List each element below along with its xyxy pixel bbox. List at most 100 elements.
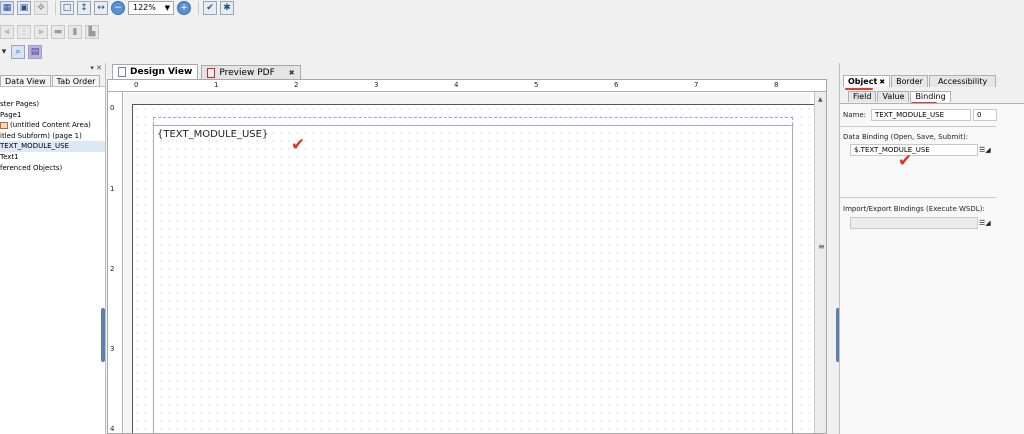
data-binding-field[interactable]: $.TEXT_MODULE_USE	[850, 144, 978, 156]
close-icon[interactable]: ✖	[289, 69, 295, 77]
ruler-label: 5	[534, 81, 539, 89]
close-icon[interactable]: ✖	[879, 78, 885, 86]
form-page[interactable]: {TEXT_MODULE_USE} ✔	[132, 104, 816, 433]
group-icon[interactable]: ▙	[85, 25, 99, 39]
tree-item-label: ster Pages)	[0, 100, 40, 108]
ruler-label: 0	[110, 104, 115, 112]
tree-item-text-module-use[interactable]: TEXT_MODULE_USE	[0, 141, 105, 152]
search-icon[interactable]: ⌕	[11, 45, 25, 59]
ruler-label: 2	[294, 81, 299, 89]
import-export-field[interactable]	[850, 217, 978, 229]
annotation-underline	[845, 88, 873, 90]
data-binding-label: Data Binding (Open, Save, Submit):	[843, 133, 969, 141]
pdf-icon	[207, 67, 216, 78]
tab-label: Object	[848, 77, 878, 86]
zoom-in-icon[interactable]: +	[177, 1, 191, 15]
checkmark-icon: ✔	[291, 135, 306, 155]
document-tabs: Design View Preview PDF ✖	[107, 63, 827, 79]
ruler-label: 4	[454, 81, 459, 89]
tree-item-label: TEXT_MODULE_USE	[0, 142, 70, 151]
tree-item-page1[interactable]: Page1	[0, 110, 105, 121]
tab-object[interactable]: Object ✖	[843, 75, 891, 87]
distribute-v-icon[interactable]: ▮	[68, 25, 82, 39]
align-right-icon[interactable]: ⫸	[34, 25, 48, 39]
fit-width-icon[interactable]: ↔	[94, 1, 108, 15]
align-left-icon[interactable]: ⫷	[0, 25, 14, 39]
binding-panel: Name: TEXT_MODULE_USE 0 Data Binding (Op…	[840, 103, 1024, 434]
toolbar-row-2: ⫷ ⋮ ⫸ ▬ ▮ ▙	[0, 24, 102, 40]
page-icon	[118, 67, 126, 77]
tools-icon[interactable]: ✥	[34, 1, 48, 15]
tree-item-label: Text1	[0, 152, 19, 161]
ruler-label: 7	[694, 81, 699, 89]
object-palette: Object ✖ Border Accessibility Field Value…	[839, 63, 1024, 434]
distribute-h-icon[interactable]: ▬	[51, 25, 65, 39]
tab-field[interactable]: Field	[848, 91, 877, 102]
snap-grid-icon[interactable]: ▣	[17, 1, 31, 15]
ruler-label: 3	[110, 345, 115, 353]
ruler-label: 4	[110, 425, 115, 433]
divider	[840, 126, 996, 127]
check-script-icon[interactable]: ✔	[203, 1, 217, 15]
ruler-label: 1	[214, 81, 219, 89]
binding-menu-icon[interactable]: ☰◢	[979, 146, 991, 154]
name-label: Name:	[843, 111, 867, 119]
subform-boundary	[153, 117, 793, 125]
chevron-up-icon[interactable]: ▲	[818, 96, 823, 103]
close-icon[interactable]: ▾ ✕	[90, 64, 102, 72]
text-field[interactable]: {TEXT_MODULE_USE}	[157, 129, 268, 140]
import-export-label: Import/Export Bindings (Execute WSDL):	[843, 205, 985, 213]
tab-accessibility[interactable]: Accessibility	[928, 75, 997, 87]
toolbar-separator	[198, 1, 199, 15]
page-view-icon[interactable]: □	[60, 1, 74, 15]
tree-item-label: itled Subform) (page 1)	[0, 131, 82, 140]
document-canvas[interactable]: 0 1 2 3 4 5 6 7 8 0 1 2 3 4 {TEXT_MODULE…	[107, 79, 827, 434]
tab-label: Design View	[130, 67, 193, 77]
form-icon[interactable]: ▤	[28, 45, 42, 59]
align-center-icon[interactable]: ⋮	[17, 25, 31, 39]
tab-binding[interactable]: Binding	[910, 91, 951, 102]
zoom-select[interactable]: 122% ▼	[128, 1, 174, 15]
scroll-grip-icon[interactable]: ≡	[818, 242, 825, 251]
ruler-label: 0	[134, 81, 139, 89]
content-area-boundary	[153, 125, 793, 433]
toolbar-row-3: ▾ ⌕ ▤	[0, 44, 45, 60]
tab-label: Preview PDF	[219, 67, 275, 78]
hierarchy-tabs: Data View Tab Order	[0, 75, 101, 86]
ruler-label: 6	[614, 81, 619, 89]
chevron-down-icon: ▼	[164, 4, 170, 12]
ruler-label: 8	[774, 81, 779, 89]
fit-height-icon[interactable]: ↕	[77, 1, 91, 15]
zoom-out-icon[interactable]: −	[111, 1, 125, 15]
tree-item-referenced-objects[interactable]: ferenced Objects)	[0, 163, 105, 174]
zoom-value: 122%	[133, 3, 156, 12]
layout-grid-icon[interactable]: ▦	[0, 1, 14, 15]
hierarchy-tree: ster Pages) Page1 (untitled Content Area…	[0, 87, 105, 173]
tree-item-master-pages[interactable]: ster Pages)	[0, 99, 105, 110]
horizontal-ruler: 0 1 2 3 4 5 6 7 8	[108, 80, 826, 92]
tab-design-view[interactable]: Design View	[112, 64, 199, 79]
tab-data-view[interactable]: Data View	[0, 75, 51, 86]
tree-item-subform[interactable]: itled Subform) (page 1)	[0, 131, 105, 142]
toolbar: ▦ ▣ ✥ □ ↕ ↔ − 122% ▼ + ✔ ✱ ⫷ ⋮ ⫸ ▬ ▮ ▙ ▾ …	[0, 0, 1024, 62]
design-area: Design View Preview PDF ✖ 0 1 2 3 4 5 6 …	[107, 63, 827, 434]
tree-item-content-area[interactable]: (untitled Content Area)	[0, 120, 105, 131]
vertical-scrollbar[interactable]: ▲ ≡	[814, 92, 826, 433]
tab-tab-order[interactable]: Tab Order	[51, 75, 101, 86]
import-menu-icon[interactable]: ☰◢	[979, 219, 991, 227]
divider	[840, 197, 996, 198]
tree-item-text1[interactable]: Text1	[0, 152, 105, 163]
tab-border[interactable]: Border	[891, 75, 928, 87]
ruler-label: 2	[110, 265, 115, 273]
name-field[interactable]: TEXT_MODULE_USE	[871, 109, 971, 121]
tab-preview-pdf[interactable]: Preview PDF ✖	[201, 65, 301, 79]
spelling-icon[interactable]: ✱	[220, 1, 234, 15]
tree-item-label: Page1	[0, 110, 22, 119]
name-index-field[interactable]: 0	[973, 109, 997, 121]
vertical-ruler: 0 1 2 3 4	[108, 92, 123, 433]
checkmark-icon: ✔	[898, 151, 913, 171]
object-subtabs: Field Value Binding	[848, 91, 952, 102]
chevron-down-icon[interactable]: ▾	[0, 45, 8, 59]
tab-value[interactable]: Value	[877, 91, 910, 102]
panel-resize-handle[interactable]	[101, 308, 105, 362]
